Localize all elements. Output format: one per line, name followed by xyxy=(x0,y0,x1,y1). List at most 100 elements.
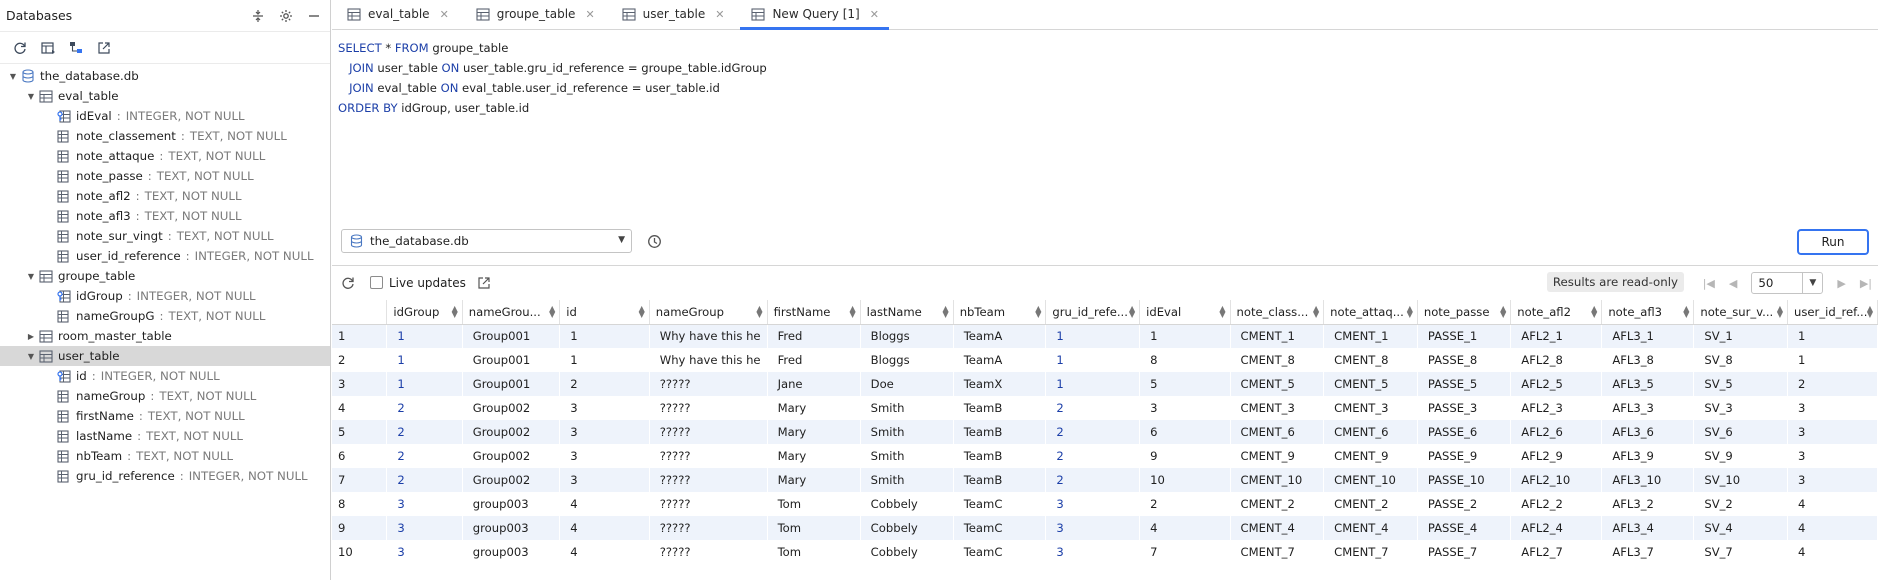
table-cell[interactable]: 1 xyxy=(1046,348,1140,372)
open-external-icon[interactable] xyxy=(96,40,112,56)
table-cell[interactable]: CMENT_6 xyxy=(1230,420,1324,444)
table-cell[interactable]: AFL2_8 xyxy=(1511,348,1602,372)
column-header[interactable]: note_passe ▲ ▼ xyxy=(1417,300,1512,325)
column-header[interactable]: note_attaq... ▲ ▼ xyxy=(1323,300,1418,325)
table-cell[interactable]: ????? xyxy=(649,540,767,564)
live-updates-toggle[interactable]: Live updates xyxy=(370,276,466,290)
tree-item-column[interactable]: ▶idEval:INTEGER, NOT NULL xyxy=(0,106,330,126)
column-header[interactable]: lastName ▲ ▼ xyxy=(860,300,954,325)
table-cell[interactable]: Group001 xyxy=(462,324,560,348)
table-cell[interactable]: TeamC xyxy=(953,540,1046,564)
previous-page-icon[interactable]: ◀ xyxy=(1729,277,1737,290)
table-cell[interactable]: 3 xyxy=(1788,444,1878,468)
table-cell[interactable]: AFL2_1 xyxy=(1510,324,1602,348)
table-row[interactable]: 6 2 Group002 3????? Mary Smith TeamB 2 9 CMENT_9 C… xyxy=(332,444,1878,468)
close-icon[interactable]: ✕ xyxy=(585,8,594,21)
table-cell[interactable]: Group002 xyxy=(462,420,560,444)
refresh-icon[interactable] xyxy=(12,40,28,56)
table-cell[interactable]: Mary xyxy=(767,468,861,492)
tree-item-column[interactable]: ▶nameGroupG:TEXT, NOT NULL xyxy=(0,306,330,326)
table-cell[interactable]: Mary xyxy=(767,444,860,468)
column-header[interactable]: id ▲ ▼ xyxy=(559,300,650,325)
table-cell[interactable]: CMENT_2 xyxy=(1230,492,1324,516)
table-cell[interactable]: AFL2_3 xyxy=(1511,396,1602,420)
run-button[interactable]: Run xyxy=(1797,229,1869,255)
table-cell[interactable]: Doe xyxy=(860,372,954,396)
table-row[interactable]: 1 1 Group001 1 Why have this he Fred Bloggs Tea… xyxy=(332,324,1878,348)
table-cell[interactable]: CMENT_5 xyxy=(1323,372,1418,396)
table-cell[interactable]: CMENT_2 xyxy=(1324,492,1418,516)
table-cell[interactable]: ????? xyxy=(649,468,768,492)
column-header[interactable]: note_sur_v... ▲ ▼ xyxy=(1693,300,1789,325)
table-cell[interactable]: 2 xyxy=(1045,468,1140,492)
table-cell[interactable]: TeamA xyxy=(953,348,1046,372)
table-cell[interactable]: SV_5 xyxy=(1693,372,1788,396)
table-cell[interactable]: Group002 xyxy=(462,396,560,420)
table-cell[interactable]: AFL2_9 xyxy=(1511,444,1602,468)
close-icon[interactable]: ✕ xyxy=(870,8,879,21)
table-cell[interactable]: AFL3_3 xyxy=(1602,396,1694,420)
table-cell[interactable]: Tom xyxy=(767,540,860,564)
table-cell[interactable]: 3 xyxy=(1787,420,1878,444)
history-clock-icon[interactable] xyxy=(646,233,662,249)
sort-arrows-icon[interactable]: ▲ ▼ xyxy=(756,305,762,319)
column-header[interactable]: nbTeam ▲ ▼ xyxy=(953,300,1047,325)
table-cell[interactable]: 4 xyxy=(1788,492,1878,516)
table-cell[interactable]: PASSE_4 xyxy=(1417,516,1511,540)
table-cell[interactable]: CMENT_4 xyxy=(1323,516,1418,540)
page-size-select[interactable]: 50 ▼ xyxy=(1751,272,1824,294)
tree-item-column[interactable]: ▶idGroup:INTEGER, NOT NULL xyxy=(0,286,330,306)
table-cell[interactable]: CMENT_10 xyxy=(1323,468,1418,492)
tree-item-column[interactable]: ▶note_afl3:TEXT, NOT NULL xyxy=(0,206,330,226)
table-cell[interactable]: Tom xyxy=(767,516,861,540)
sort-arrows-icon[interactable]: ▲ ▼ xyxy=(943,305,949,319)
table-cell[interactable]: group003 xyxy=(462,492,560,516)
table-row[interactable]: 4 2 Group002 3????? Mary Smith TeamB 2 3 CMENT_3 C… xyxy=(332,396,1878,420)
table-cell[interactable]: SV_7 xyxy=(1694,540,1788,564)
sort-arrows-icon[interactable]: ▲ ▼ xyxy=(639,305,645,319)
column-header[interactable]: note_afl2 ▲ ▼ xyxy=(1510,300,1603,325)
tree-item-table[interactable]: ▼ groupe_table xyxy=(0,266,330,286)
sort-arrows-icon[interactable]: ▲ ▼ xyxy=(1313,305,1319,319)
tree-item-column[interactable]: ▶firstName:TEXT, NOT NULL xyxy=(0,406,330,426)
sort-arrows-icon[interactable]: ▲ ▼ xyxy=(1219,305,1225,319)
table-cell[interactable]: 2 xyxy=(387,396,462,420)
tree-item-column[interactable]: ▶id:INTEGER, NOT NULL xyxy=(0,366,330,386)
collapse-all-icon[interactable] xyxy=(250,8,266,24)
table-cell[interactable]: 1 xyxy=(387,348,462,372)
tree-item-table[interactable]: ▶ room_master_table xyxy=(0,326,330,346)
close-icon[interactable]: ✕ xyxy=(440,8,449,21)
column-header[interactable]: note_afl3 ▲ ▼ xyxy=(1601,300,1695,325)
sort-arrows-icon[interactable]: ▲ ▼ xyxy=(1500,305,1506,319)
column-header[interactable]: idGroup ▲ ▼ xyxy=(386,300,463,325)
tree-item-column[interactable]: ▶nbTeam:TEXT, NOT NULL xyxy=(0,446,330,466)
column-header[interactable]: nameGrou... ▲ ▼ xyxy=(462,300,561,325)
tree-item-column[interactable]: ▶nameGroup:TEXT, NOT NULL xyxy=(0,386,330,406)
table-cell[interactable]: 4 xyxy=(1788,540,1878,564)
table-cell[interactable]: AFL3_1 xyxy=(1601,324,1694,348)
table-cell[interactable]: Smith xyxy=(860,396,953,420)
table-cell[interactable]: 4 xyxy=(560,492,649,516)
table-cell[interactable]: 3 xyxy=(1788,396,1878,420)
sort-arrows-icon[interactable]: ▲ ▼ xyxy=(1867,305,1873,319)
table-cell[interactable]: 6 xyxy=(1139,420,1230,444)
table-cell[interactable]: TeamC xyxy=(953,516,1046,540)
table-cell[interactable]: ????? xyxy=(649,444,767,468)
tree-item-column[interactable]: ▶note_afl2:TEXT, NOT NULL xyxy=(0,186,330,206)
table-cell[interactable]: TeamB xyxy=(953,468,1046,492)
table-cell[interactable]: Why have this he xyxy=(649,324,768,348)
column-header[interactable]: note_class... ▲ ▼ xyxy=(1230,300,1325,325)
table-cell[interactable]: 5 xyxy=(1139,372,1230,396)
chevron-right-icon[interactable]: ▶ xyxy=(24,332,38,341)
tree-item-column[interactable]: ▶user_id_reference:INTEGER, NOT NULL xyxy=(0,246,330,266)
column-header[interactable]: firstName ▲ ▼ xyxy=(767,300,861,325)
table-cell[interactable]: 3 xyxy=(1046,540,1140,564)
sort-arrows-icon[interactable]: ▲ ▼ xyxy=(1407,305,1413,319)
table-cell[interactable]: 4 xyxy=(559,516,650,540)
table-cell[interactable]: 1 xyxy=(1787,324,1878,348)
tree-item-column[interactable]: ▶note_classement:TEXT, NOT NULL xyxy=(0,126,330,146)
table-row[interactable]: 2 1 Group001 1 Why have this he Fred Bloggs Tea… xyxy=(332,348,1878,372)
table-cell[interactable]: 4 xyxy=(1787,516,1878,540)
table-cell[interactable]: 3 xyxy=(387,492,462,516)
tree-item-column[interactable]: ▶note_sur_vingt:TEXT, NOT NULL xyxy=(0,226,330,246)
